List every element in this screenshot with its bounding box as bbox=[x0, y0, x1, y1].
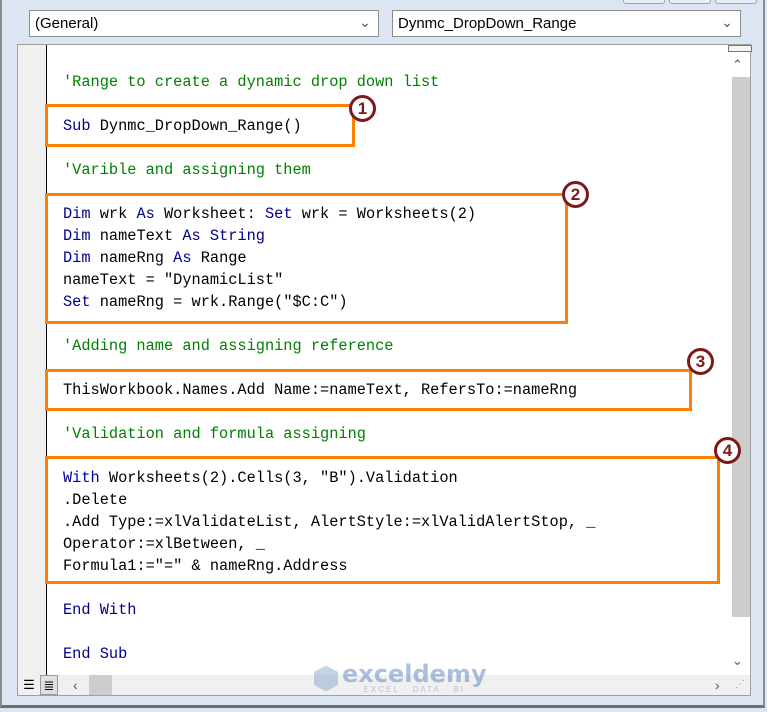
annotation-badge-1: 1 bbox=[349, 95, 376, 122]
vertical-scroll-thumb[interactable] bbox=[732, 77, 750, 617]
code-comment: 'Adding name and assigning reference bbox=[63, 337, 394, 355]
procedure-dropdown-value: Dynmc_DropDown_Range bbox=[398, 15, 577, 32]
exceldemy-logo-icon bbox=[314, 665, 338, 692]
code-comment: 'Validation and formula assigning bbox=[63, 425, 366, 443]
code-line[interactable]: 'Range to create a dynamic drop down lis… bbox=[63, 71, 439, 93]
object-dropdown-value: (General) bbox=[35, 15, 99, 32]
chevron-down-icon[interactable]: ⌄ bbox=[359, 14, 371, 31]
highlight-box-4 bbox=[45, 456, 720, 584]
scroll-right-icon[interactable]: › bbox=[715, 675, 720, 695]
vba-code-window: (General) ⌄ Dynmc_DropDown_Range ⌄ 'Rang… bbox=[0, 0, 765, 708]
resize-grip-icon[interactable]: ⋰ bbox=[735, 679, 745, 690]
split-bar-handle[interactable] bbox=[728, 45, 752, 52]
watermark-tagline: EXCEL · DATA · BI bbox=[363, 685, 466, 694]
code-comment: 'Range to create a dynamic drop down lis… bbox=[63, 73, 440, 91]
annotation-badge-4: 4 bbox=[714, 437, 741, 464]
procedure-dropdown[interactable]: Dynmc_DropDown_Range ⌄ bbox=[392, 10, 741, 37]
code-keyword: End Sub bbox=[63, 645, 128, 663]
exceldemy-watermark: exceldemy EXCEL · DATA · BI bbox=[314, 660, 487, 694]
annotation-badge-3: 3 bbox=[687, 348, 714, 375]
code-keyword: End With bbox=[63, 601, 137, 619]
procedure-view-icon[interactable]: ☰ bbox=[20, 675, 38, 695]
scroll-down-icon[interactable]: ⌄ bbox=[732, 653, 743, 669]
highlight-box-1 bbox=[45, 104, 355, 147]
highlight-box-2 bbox=[45, 193, 568, 324]
vertical-scrollbar[interactable]: ⌃ ⌄ bbox=[728, 45, 752, 675]
chevron-down-icon[interactable]: ⌄ bbox=[721, 14, 733, 31]
highlight-box-3 bbox=[45, 369, 692, 411]
close-button[interactable] bbox=[715, 0, 757, 4]
code-line[interactable]: End Sub bbox=[63, 643, 127, 665]
code-line[interactable]: 'Validation and formula assigning bbox=[63, 423, 366, 445]
horizontal-scroll-thumb[interactable] bbox=[89, 675, 112, 695]
code-comment: 'Varible and assigning them bbox=[63, 161, 311, 179]
annotation-badge-2: 2 bbox=[562, 181, 589, 208]
code-line[interactable]: 'Adding name and assigning reference bbox=[63, 335, 393, 357]
scroll-up-icon[interactable]: ⌃ bbox=[732, 57, 743, 73]
code-line[interactable]: End With bbox=[63, 599, 136, 621]
window-controls bbox=[623, 0, 757, 4]
minimize-button[interactable] bbox=[623, 0, 665, 4]
scroll-left-icon[interactable]: ‹ bbox=[73, 675, 78, 695]
watermark-name: exceldemy bbox=[342, 660, 487, 688]
code-line[interactable]: 'Varible and assigning them bbox=[63, 159, 311, 181]
margin-indicator-bar[interactable] bbox=[18, 45, 47, 675]
full-module-view-icon[interactable]: ≣ bbox=[40, 675, 58, 695]
object-dropdown[interactable]: (General) ⌄ bbox=[29, 10, 379, 37]
maximize-button[interactable] bbox=[669, 0, 711, 4]
